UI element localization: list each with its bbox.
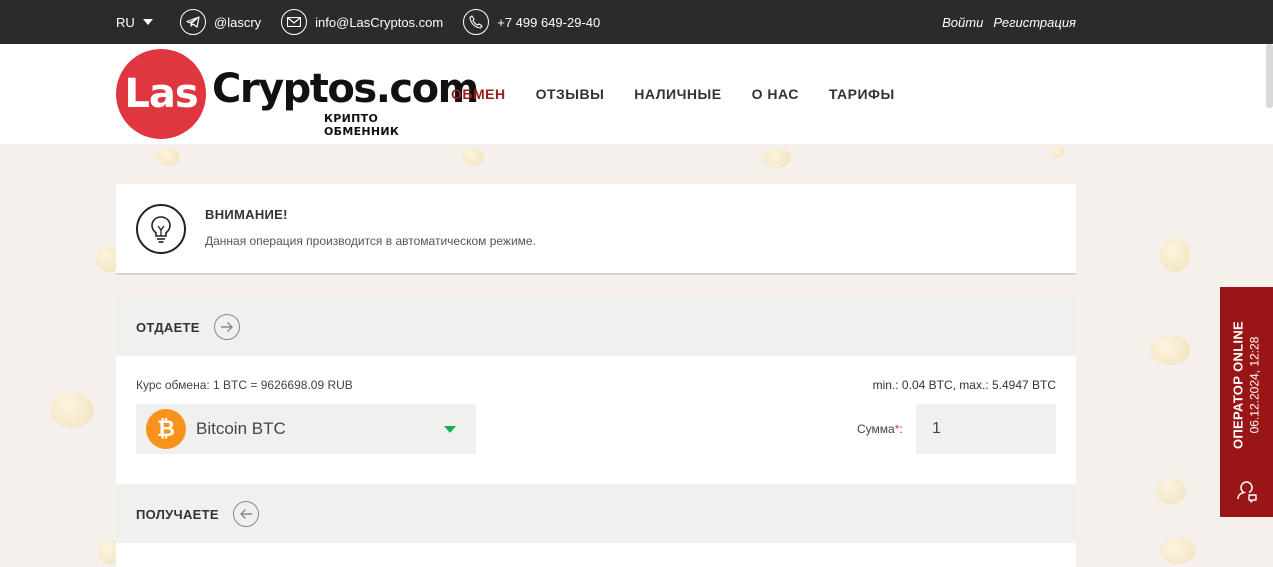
logo-circle: Las [116,49,206,139]
notice-text: Данная операция производится в автоматич… [205,234,536,248]
give-currency-name: Bitcoin BTC [196,419,286,438]
phone-icon [463,9,490,35]
page-scrollbar[interactable] [1266,44,1273,108]
give-section-title: ОТДАЕТЕ [136,319,200,335]
bitcoin-icon: ₿ [146,409,186,449]
chevron-down-icon [142,19,153,25]
sum-label-colon: : [899,422,903,436]
logo-subtitle: КРИПТО ОБМЕННИК [324,112,400,138]
attention-notice: ВНИМАНИЕ! Данная операция производится в… [116,184,1076,275]
login-link[interactable]: Войти [942,15,983,30]
nav-item-cash[interactable]: НАЛИЧНЫЕ [634,86,721,102]
operator-title: ОПЕРАТОР ONLINE [1230,320,1246,450]
operator-text: ОПЕРАТОР ONLINE 06.12.2024, 12:28 [1231,321,1262,449]
notice-title: ВНИМАНИЕ! [205,207,288,222]
arrow-left-icon [232,501,259,527]
telegram-link[interactable]: @lascry [180,9,261,35]
give-currency-select[interactable]: ₿ Bitcoin BTC [136,404,476,454]
operator-datetime: 06.12.2024, 12:28 [1247,336,1262,434]
register-link[interactable]: Регистрация [993,15,1076,30]
email-link[interactable]: info@LasCryptos.com [281,9,443,35]
background-coin [462,148,484,166]
site-logo[interactable]: Las Cryptos.com КРИПТО ОБМЕННИК [116,49,479,139]
phone-number: +7 499 649-29-40 [497,14,601,30]
language-code: RU [116,14,135,30]
amount-limits: min.: 0.04 BTC, max.: 5.4947 BTC [872,378,1056,392]
envelope-icon [281,9,308,35]
chevron-down-icon [444,426,456,433]
telegram-icon [180,9,206,35]
give-section-header: ОТДАЕТЕ [116,297,1076,357]
background-coin [1160,238,1190,272]
background-coin [1050,146,1064,158]
sum-label-text: Сумма [857,422,895,436]
background-coin [1156,478,1186,504]
background-coin [156,148,180,166]
lightbulb-icon [136,204,186,254]
email-address: info@LasCryptos.com [315,14,444,30]
nav-item-exchange[interactable]: ОБМЕН [451,86,506,102]
telegram-handle: @lascry [214,14,262,30]
nav-item-tariffs[interactable]: ТАРИФЫ [829,86,895,102]
background-coin [1150,335,1190,365]
sum-input[interactable] [916,404,1056,454]
give-section-body: Курс обмена: 1 BTC = 9626698.09 RUB min.… [116,356,1076,484]
background-coin [50,392,94,428]
nav-item-reviews[interactable]: ОТЗЫВЫ [536,86,605,102]
background-coin [1160,538,1196,564]
background-coin [763,148,791,168]
site-header: Las Cryptos.com КРИПТО ОБМЕННИК ОБМЕН ОТ… [0,44,1273,144]
operator-online-tab[interactable]: ОПЕРАТОР ONLINE 06.12.2024, 12:28 [1220,287,1273,517]
main-nav: ОБМЕН ОТЗЫВЫ НАЛИЧНЫЕ О НАС ТАРИФЫ [451,44,895,144]
auth-links: Войти Регистрация [942,15,1076,30]
exchange-rate: Курс обмена: 1 BTC = 9626698.09 RUB [136,378,353,392]
receive-section-header: ПОЛУЧАЕТЕ [116,484,1076,544]
nav-item-about[interactable]: О НАС [752,86,799,102]
chat-person-icon [1234,479,1260,508]
sum-label: Сумма*: [857,422,903,436]
phone-link[interactable]: +7 499 649-29-40 [463,9,600,35]
top-bar: RU @lascry info@LasCryptos.com +7 499 64… [0,0,1273,44]
language-selector[interactable]: RU [116,15,180,30]
logo-wordmark: Cryptos.com [212,66,479,112]
receive-section-body [116,543,1076,567]
arrow-right-icon [213,314,240,340]
receive-section-title: ПОЛУЧАЕТЕ [136,506,219,522]
